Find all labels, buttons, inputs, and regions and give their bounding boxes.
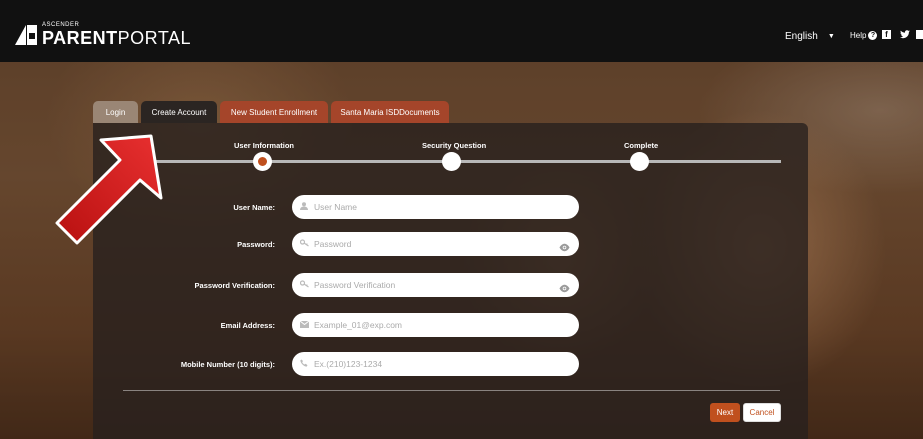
tab-new-student-enrollment[interactable]: New Student Enrollment [220,101,328,123]
step-label-security-question: Security Question [422,141,487,150]
form-divider [123,390,780,391]
progress-track [156,160,781,163]
username-field[interactable] [292,195,579,219]
email-label: Email Address: [220,321,275,330]
password-verification-field[interactable] [292,273,579,297]
phone-icon [299,359,309,369]
tab-district-documents[interactable]: Santa Maria ISDDocuments [331,101,449,123]
top-header: ASCENDER PARENTPORTAL English ▼ Help ? f [0,0,923,62]
user-icon [299,202,309,212]
mobile-number-label: Mobile Number (10 digits): [180,360,275,369]
cancel-button[interactable]: Cancel [743,403,781,422]
mobile-number-field[interactable] [292,352,579,376]
language-label: English [785,31,818,42]
step-dot-security-question [442,152,461,171]
eye-icon[interactable] [559,280,570,293]
help-label: Help [850,31,867,40]
envelope-icon [299,320,309,330]
logo-mark-icon [15,25,37,45]
caret-down-icon: ▼ [827,33,835,40]
language-select[interactable]: English ▼ [785,31,835,42]
mobile-number-input[interactable] [314,359,554,369]
question-icon: ? [868,31,878,40]
next-button[interactable]: Next [710,403,740,422]
password-field[interactable] [292,232,579,256]
step-dot-complete [630,152,649,171]
portal-tabs: Login Create Account New Student Enrollm… [93,101,452,123]
red-pointer-arrow-icon [55,134,163,245]
password-verification-label: Password Verification: [194,281,275,290]
username-input[interactable] [314,202,554,212]
eye-icon[interactable] [559,239,570,252]
instagram-icon[interactable] [916,30,923,39]
twitter-icon[interactable] [900,30,910,41]
password-input[interactable] [314,239,554,249]
password-label: Password: [237,240,275,249]
step-label-user-information: User Information [234,141,295,150]
key-icon [299,280,309,290]
facebook-icon[interactable]: f [882,30,891,39]
step-dot-user-information [253,152,272,171]
logo-light-text: PORTAL [117,28,192,48]
tab-create-account[interactable]: Create Account [141,101,217,123]
email-input[interactable] [314,320,554,330]
tab-login[interactable]: Login [93,101,138,123]
key-icon [299,239,309,249]
ascender-logo[interactable]: ASCENDER PARENTPORTAL [15,22,191,48]
username-label: User Name: [233,203,275,212]
step-label-complete: Complete [624,141,659,150]
password-verification-input[interactable] [314,280,554,290]
help-link[interactable]: Help ? [850,31,878,40]
email-field[interactable] [292,313,579,337]
logo-bold-text: PARENT [42,28,118,48]
